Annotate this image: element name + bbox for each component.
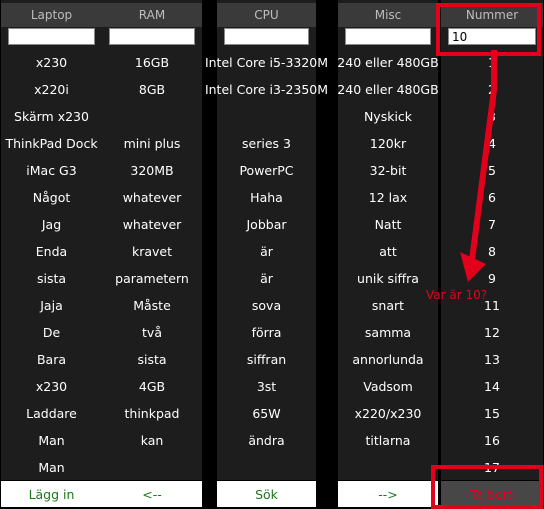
table-cell: sista (137, 352, 167, 367)
search-button[interactable]: Sök (217, 481, 316, 507)
table-cell: Enda (35, 244, 68, 259)
table-cell: x220i (34, 82, 69, 97)
table-cell: siffran (246, 352, 287, 367)
table-cell: två (142, 325, 162, 340)
cpu-filter-input[interactable] (224, 28, 309, 45)
table-cell: ThinkPad Dock (5, 136, 98, 151)
table-cell: x230 (35, 379, 68, 394)
column-header-laptop: Laptop (1, 3, 102, 27)
table-cell: 16GB (134, 55, 170, 70)
column-header-cpu: CPU (217, 3, 316, 27)
table-cell: är (260, 244, 273, 259)
table-cell: Måste (133, 298, 171, 313)
table-cell: sova (251, 298, 282, 313)
table-cell: att (379, 244, 397, 259)
table-cell: samma (364, 325, 412, 340)
table-cell: kravet (131, 244, 173, 259)
table-cell: 14 (484, 379, 500, 394)
table-cell: 12 lax (368, 190, 408, 205)
table-cell: Natt (374, 217, 402, 232)
table-cell: whatever (122, 190, 182, 205)
table-cell: Man (38, 460, 65, 475)
next-button[interactable]: --> (338, 481, 438, 507)
column-header-misc: Misc (338, 3, 438, 27)
table-cell: iMac G3 (26, 163, 77, 178)
table-cell: Vadsom (363, 379, 413, 394)
table-cell: PowerPC (239, 163, 294, 178)
table-cell: Man (38, 433, 65, 448)
table-cell: 240 eller 480GB (337, 82, 439, 97)
table-cell: 12 (484, 325, 500, 340)
table-cell: 16 (484, 433, 500, 448)
table-cell: 320MB (130, 163, 174, 178)
table-cell: 13 (484, 352, 500, 367)
table-cell: 15 (484, 406, 500, 421)
table-cell: 3st (256, 379, 277, 394)
table-cell: Laddare (26, 406, 77, 421)
previous-button[interactable]: <-- (102, 481, 202, 507)
annotation-question: Var är 10? (426, 288, 488, 302)
add-button[interactable]: Lägg in (1, 481, 102, 507)
table-cell: x220/x230 (354, 406, 422, 421)
table-cell: whatever (122, 217, 182, 232)
ram-filter-input[interactable] (109, 28, 195, 45)
table-cell: Bara (36, 352, 67, 367)
table-cell: 240 eller 480GB (337, 55, 439, 70)
table-cell: series 3 (242, 136, 291, 151)
table-cell: Något (32, 190, 71, 205)
highlight-box-delete (431, 465, 543, 509)
table-cell: Intel Core i5-3320M (204, 55, 329, 70)
table-cell: kan (140, 433, 164, 448)
table-cell: är (260, 271, 273, 286)
table-cell: 8GB (138, 82, 166, 97)
table-cell: 65W (252, 406, 281, 421)
table-cell: mini plus (123, 136, 181, 151)
misc-filter-input[interactable] (345, 28, 431, 45)
table-cell: thinkpad (124, 406, 180, 421)
table-cell: x230 (35, 55, 68, 70)
table-cell: Skärm x230 (14, 109, 89, 124)
app-window: Laptop RAM CPU Misc Nummer x230x220iSkär… (0, 0, 544, 509)
laptop-filter-input[interactable] (8, 28, 95, 45)
table-cell: 120kr (369, 136, 407, 151)
table-cell: titlarna (365, 433, 411, 448)
table-cell: annorlunda (352, 352, 424, 367)
column-header-ram: RAM (102, 3, 202, 27)
table-cell: parametern (115, 271, 189, 286)
table-cell: Jaja (40, 298, 63, 313)
table-cell: Haha (250, 190, 283, 205)
table-cell: sista (36, 271, 67, 286)
table-cell: ändra (248, 433, 285, 448)
table-cell: De (42, 325, 61, 340)
table-cell: Jag (41, 217, 62, 232)
table-cell: 32-bit (369, 163, 407, 178)
table-cell: förra (251, 325, 282, 340)
annotation-arrow (460, 50, 497, 282)
table-cell: Intel Core i3-2350M (204, 82, 329, 97)
table-cell: 4GB (138, 379, 166, 394)
table-cell: Jobbar (246, 217, 287, 232)
table-cell: Nyskick (363, 109, 413, 124)
